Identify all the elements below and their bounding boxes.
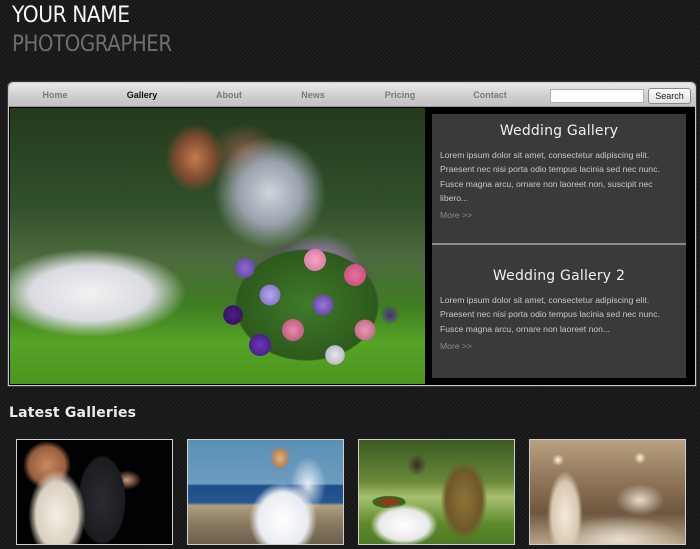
latest-galleries-heading: Latest Galleries bbox=[9, 405, 137, 421]
gallery-thumbnail[interactable] bbox=[529, 439, 686, 545]
gallery-panel-text: Lorem ipsum dolor sit amet, consectetur … bbox=[440, 295, 660, 334]
search-input[interactable] bbox=[550, 89, 644, 103]
search-button[interactable]: Search bbox=[648, 88, 691, 104]
gallery-sidebar: Wedding Gallery Lorem ipsum dolor sit am… bbox=[432, 114, 686, 378]
gallery-panel-title: Wedding Gallery bbox=[499, 123, 619, 139]
nav-item-about[interactable]: About bbox=[189, 83, 269, 107]
gallery-panel-text: Lorem ipsum dolor sit amet, consectetur … bbox=[440, 150, 660, 203]
gallery-thumbnail[interactable] bbox=[187, 439, 344, 545]
nav-item-home[interactable]: Home bbox=[15, 83, 95, 107]
more-link[interactable]: More >> bbox=[440, 208, 472, 222]
nav-bar: Home Gallery About News Pricing Contact … bbox=[9, 83, 695, 107]
gallery-thumbnail[interactable] bbox=[358, 439, 515, 545]
site-tagline: PHOTOGRAPHER bbox=[12, 32, 172, 57]
nav-item-gallery[interactable]: Gallery bbox=[102, 83, 182, 107]
main-frame: Home Gallery About News Pricing Contact … bbox=[8, 82, 696, 386]
nav-item-pricing[interactable]: Pricing bbox=[360, 83, 440, 107]
more-link[interactable]: More >> bbox=[440, 339, 472, 353]
site-brand: YOUR NAME PHOTOGRAPHER bbox=[12, 2, 189, 60]
site-name: YOUR NAME bbox=[12, 3, 130, 28]
hero-image bbox=[10, 108, 425, 384]
nav-item-news[interactable]: News bbox=[273, 83, 353, 107]
gallery-thumbnail[interactable] bbox=[16, 439, 173, 545]
gallery-panel: Wedding Gallery 2 Lorem ipsum dolor sit … bbox=[432, 247, 686, 378]
gallery-panel: Wedding Gallery Lorem ipsum dolor sit am… bbox=[432, 114, 686, 245]
nav-item-contact[interactable]: Contact bbox=[450, 83, 530, 107]
hero-bouquet bbox=[205, 220, 410, 380]
gallery-panel-title: Wedding Gallery 2 bbox=[492, 268, 626, 284]
